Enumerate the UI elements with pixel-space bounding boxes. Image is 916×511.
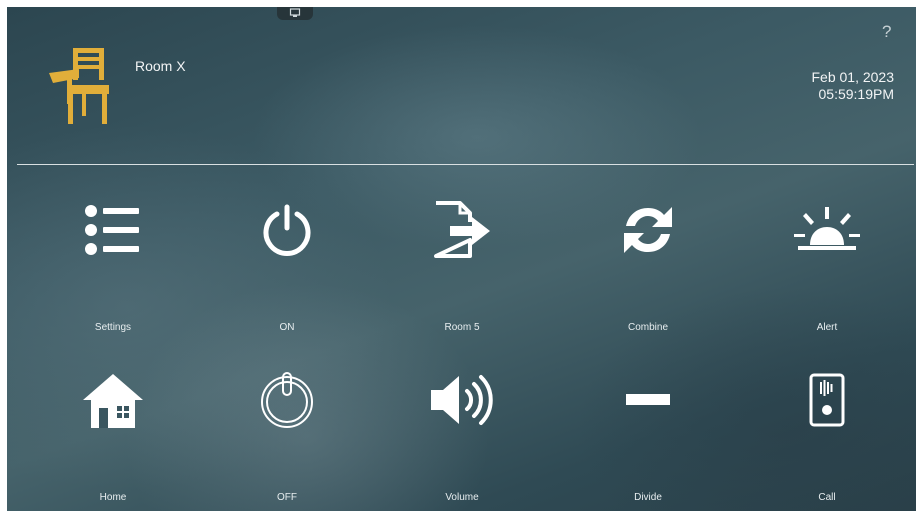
button-label: Room 5	[444, 322, 480, 333]
alert-button[interactable]: Alert	[757, 195, 897, 345]
file-export-icon	[434, 201, 490, 258]
divide-button[interactable]: Divide	[578, 365, 718, 511]
power-on-icon	[263, 204, 311, 256]
date-time-display: Feb 01, 2023 05:59:19PM	[811, 69, 894, 103]
minus-icon	[626, 394, 670, 405]
button-label: Divide	[634, 492, 662, 503]
help-button[interactable]: ?	[882, 22, 891, 42]
desk-chair-logo-icon	[49, 48, 109, 124]
combine-button[interactable]: Combine	[578, 195, 718, 345]
button-label: Alert	[816, 322, 838, 333]
control-panel-screen: Room X ? Feb 01, 2023 05:59:19PM Setting…	[7, 7, 916, 511]
intercom-icon	[809, 373, 845, 427]
room-5-button[interactable]: Room 5	[392, 195, 532, 345]
screen-icon	[289, 7, 301, 17]
on-button[interactable]: ON	[217, 195, 357, 345]
list-icon	[85, 205, 139, 255]
button-label: Volume	[445, 492, 479, 503]
home-button[interactable]: Home	[43, 365, 183, 511]
button-label: ON	[279, 322, 295, 333]
button-label: Home	[99, 492, 127, 503]
alarm-light-icon	[794, 207, 860, 250]
pull-down-tab[interactable]	[277, 7, 313, 20]
room-name: Room X	[135, 58, 186, 74]
button-label: Call	[818, 492, 836, 503]
settings-button[interactable]: Settings	[43, 195, 183, 345]
off-button[interactable]: OFF	[217, 365, 357, 511]
house-icon	[83, 374, 143, 428]
speaker-icon	[431, 375, 493, 425]
button-label: Settings	[94, 322, 132, 333]
refresh-arrows-icon	[624, 207, 672, 253]
call-button[interactable]: Call	[757, 365, 897, 511]
power-off-icon	[261, 372, 313, 428]
volume-button[interactable]: Volume	[392, 365, 532, 511]
time-text: 05:59:19PM	[818, 86, 895, 102]
date-text: Feb 01, 2023	[811, 69, 894, 85]
header-divider	[17, 164, 914, 165]
button-label: Combine	[627, 322, 669, 333]
button-label: OFF	[277, 492, 297, 503]
